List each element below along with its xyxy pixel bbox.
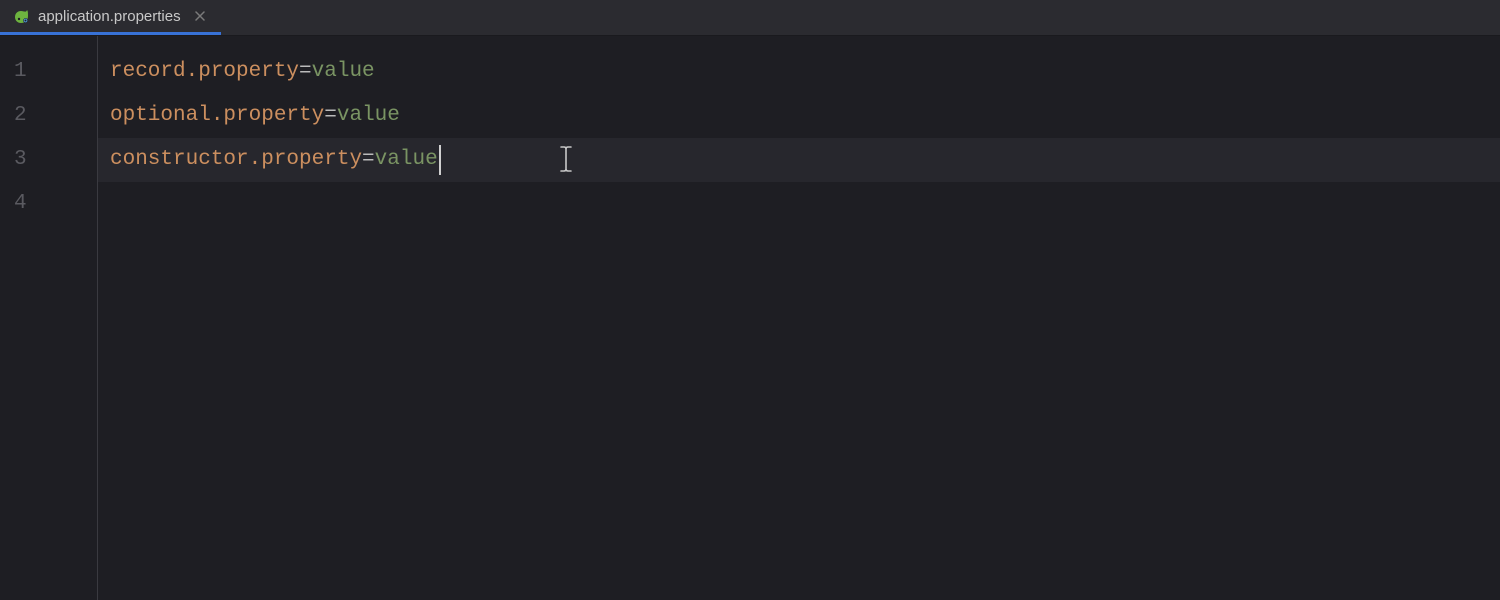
property-value: value [312,50,375,94]
line-number[interactable]: 2 [0,94,97,138]
line-number[interactable]: 3 [0,138,97,182]
text-caret [439,145,441,175]
line-gutter: 1 2 3 4 [0,36,98,600]
property-value: value [337,94,400,138]
editor-area: 1 2 3 4 record.property=value optional.p… [0,36,1500,600]
tab-bar: application.properties [0,0,1500,36]
line-number[interactable]: 1 [0,50,97,94]
close-icon[interactable] [193,9,207,23]
line-number[interactable]: 4 [0,182,97,226]
spring-config-icon [14,8,30,24]
equals-sign: = [362,138,375,182]
property-key: optional.property [110,94,324,138]
code-line[interactable]: optional.property=value [110,94,1500,138]
property-key: constructor.property [110,138,362,182]
tab-application-properties[interactable]: application.properties [0,0,221,35]
property-key: record.property [110,50,299,94]
code-editor[interactable]: record.property=value optional.property=… [98,36,1500,600]
code-line[interactable]: record.property=value [110,50,1500,94]
code-line[interactable] [110,182,1500,226]
equals-sign: = [324,94,337,138]
code-line[interactable]: constructor.property=value [98,138,1500,182]
tab-label: application.properties [38,8,181,25]
property-value: value [375,138,438,182]
equals-sign: = [299,50,312,94]
